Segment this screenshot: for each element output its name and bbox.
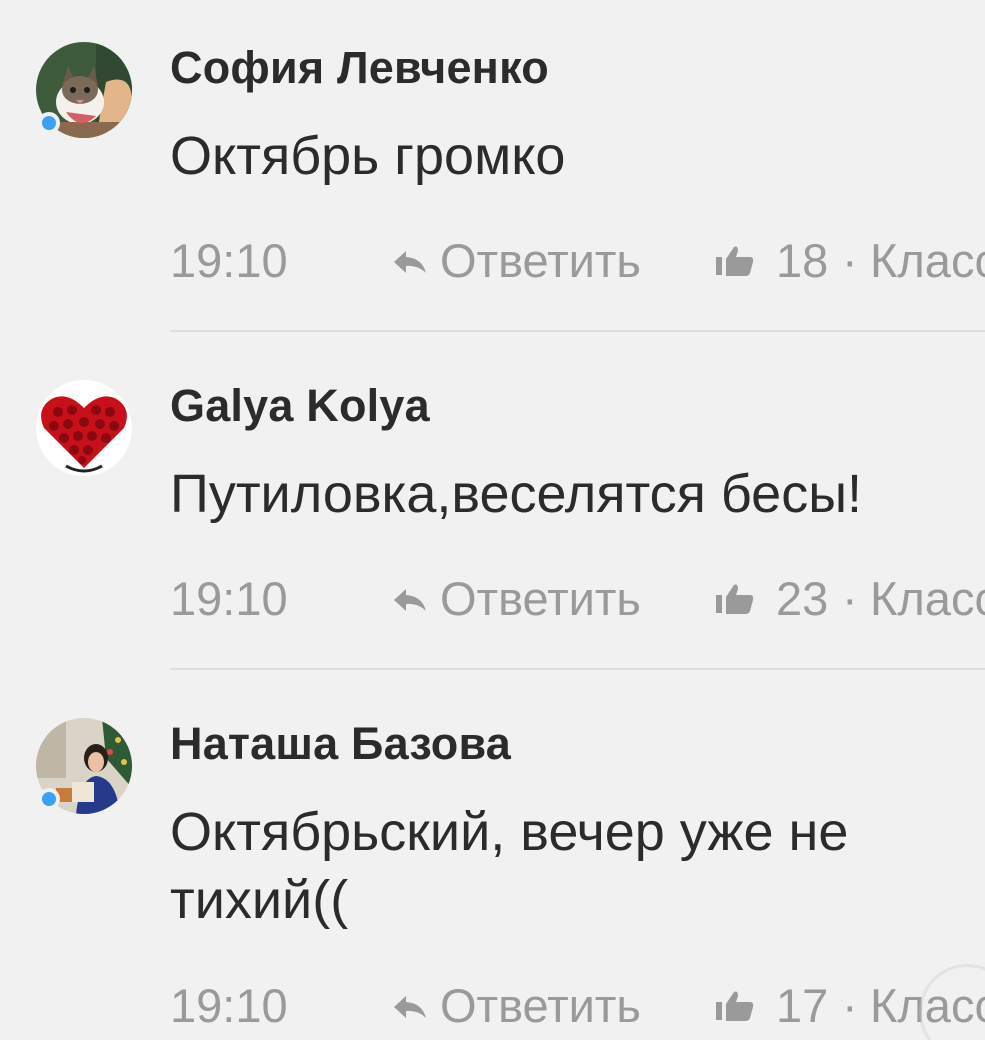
avatar[interactable]	[36, 380, 132, 476]
divider	[170, 668, 985, 670]
divider	[170, 330, 985, 332]
avatar[interactable]	[36, 718, 132, 814]
reply-button[interactable]: Ответить	[440, 571, 641, 627]
online-status-indicator	[38, 788, 60, 810]
comment-text: Октябрьский, вечер уже не тихий((	[170, 802, 849, 930]
reply-icon[interactable]	[392, 978, 432, 1034]
comment-text: Путиловка,веселятся бесы!	[170, 464, 863, 524]
likes-count: 18	[776, 234, 829, 287]
reply-button[interactable]: Ответить	[440, 978, 641, 1034]
reply-icon[interactable]	[392, 233, 432, 289]
comment-time: 19:10	[170, 572, 288, 625]
comment-author[interactable]: Galya Kolya	[170, 380, 430, 432]
comment-author[interactable]: София Левченко	[170, 42, 549, 94]
thumbs-up-icon[interactable]	[716, 978, 760, 1034]
meta-separator: ·	[842, 234, 858, 287]
comment-text: Октябрь громко	[170, 126, 566, 186]
meta-separator: ·	[842, 572, 858, 625]
avatar[interactable]	[36, 42, 132, 138]
online-status-indicator	[38, 112, 60, 134]
likes-count: 23	[776, 572, 829, 625]
reply-icon[interactable]	[392, 571, 432, 627]
comment-time: 19:10	[170, 979, 288, 1032]
thumbs-up-icon[interactable]	[716, 571, 760, 627]
class-button[interactable]: Класс	[870, 233, 985, 289]
comment-time: 19:10	[170, 234, 288, 287]
reply-button[interactable]: Ответить	[440, 233, 641, 289]
rose-heart-avatar-icon	[36, 380, 132, 476]
likes-count: 17	[776, 979, 829, 1032]
comment-author[interactable]: Наташа Базова	[170, 718, 511, 770]
class-button[interactable]: Класс	[870, 571, 985, 627]
comments-feed: София Левченко Октябрь громко 19:10 Отве…	[0, 0, 985, 1040]
watermark-logo	[919, 964, 985, 1040]
meta-separator: ·	[842, 979, 858, 1032]
thumbs-up-icon[interactable]	[716, 233, 760, 289]
